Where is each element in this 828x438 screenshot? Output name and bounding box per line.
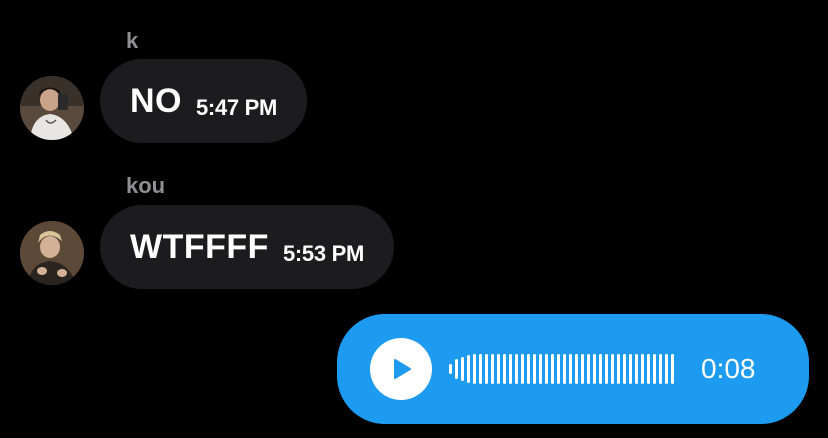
waveform-bar bbox=[455, 359, 458, 379]
user-avatar-photo-icon bbox=[20, 221, 84, 285]
sender-avatar-kou[interactable] bbox=[20, 221, 84, 285]
waveform-bar bbox=[497, 354, 500, 384]
waveform-bar bbox=[521, 354, 524, 384]
message-text: NO bbox=[130, 81, 182, 120]
waveform-bar bbox=[503, 354, 506, 384]
waveform-bar bbox=[491, 354, 494, 384]
waveform-bar bbox=[569, 354, 572, 384]
waveform-bar bbox=[665, 354, 668, 384]
message-bubble[interactable]: WTFFFF 5:53 PM bbox=[100, 205, 394, 289]
waveform-bar bbox=[545, 354, 548, 384]
waveform-bar bbox=[449, 364, 452, 374]
sender-name: kou bbox=[126, 173, 166, 198]
waveform-bar bbox=[575, 354, 578, 384]
waveform-bar bbox=[461, 357, 464, 381]
sender-avatar-k[interactable] bbox=[20, 76, 84, 140]
waveform-bar bbox=[539, 354, 542, 384]
audio-waveform[interactable] bbox=[449, 352, 679, 386]
user-avatar-photo-icon bbox=[20, 76, 84, 140]
waveform-bar bbox=[515, 354, 518, 384]
waveform-bar bbox=[563, 354, 566, 384]
waveform-bar bbox=[479, 354, 482, 384]
waveform-bar bbox=[587, 354, 590, 384]
voice-duration: 0:08 bbox=[701, 353, 756, 384]
waveform-bar bbox=[527, 354, 530, 384]
waveform-bar bbox=[647, 354, 650, 384]
waveform-bar bbox=[557, 354, 560, 384]
message-timestamp: 5:53 PM bbox=[282, 241, 364, 266]
waveform-bar bbox=[581, 354, 584, 384]
waveform-bar bbox=[623, 354, 626, 384]
waveform-bar bbox=[611, 354, 614, 384]
voice-message-bubble[interactable]: 0:08 bbox=[337, 314, 809, 424]
waveform-bar bbox=[473, 354, 476, 384]
waveform-bar bbox=[605, 354, 608, 384]
waveform-bar bbox=[617, 354, 620, 384]
waveform-bar bbox=[653, 354, 656, 384]
waveform-bar bbox=[659, 354, 662, 384]
waveform-bar bbox=[599, 354, 602, 384]
play-button[interactable] bbox=[370, 338, 432, 400]
waveform-bar bbox=[467, 355, 470, 383]
waveform-bar bbox=[485, 354, 488, 384]
waveform-bar bbox=[593, 354, 596, 384]
waveform-bar bbox=[641, 354, 644, 384]
waveform-bar bbox=[509, 354, 512, 384]
waveform-bar bbox=[533, 354, 536, 384]
message-bubble[interactable]: NO 5:47 PM bbox=[100, 59, 308, 143]
sender-name: k bbox=[126, 28, 139, 53]
waveform-bar bbox=[551, 354, 554, 384]
play-icon bbox=[394, 359, 411, 379]
waveform-bar bbox=[671, 354, 674, 384]
message-text: WTFFFF bbox=[130, 227, 269, 266]
message-timestamp: 5:47 PM bbox=[196, 95, 278, 120]
waveform-bar bbox=[629, 354, 632, 384]
waveform-bar bbox=[635, 354, 638, 384]
